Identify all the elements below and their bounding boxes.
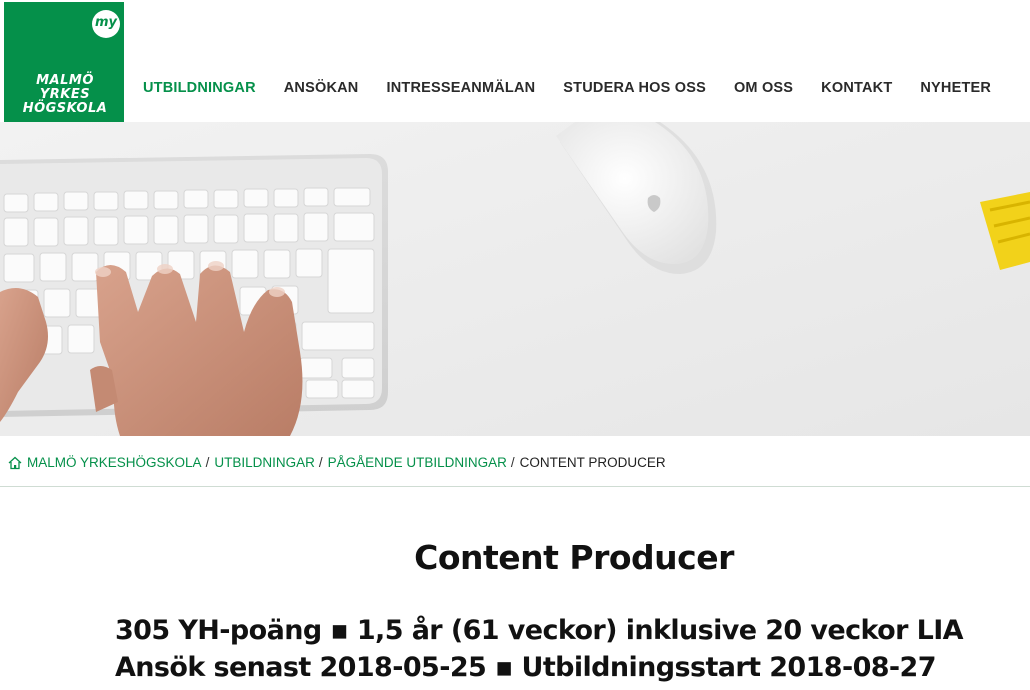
nav-item-kontakt[interactable]: KONTAKT [807,80,906,96]
logo-wordmark: MALMÖ YRKES HÖGSKOLA [8,74,122,116]
logo-badge: my [92,10,120,38]
nav-item-utbildningar[interactable]: UTBILDNINGAR [129,80,270,96]
logo-line-1: MALMÖ [36,73,94,88]
site-header: my MALMÖ YRKES HÖGSKOLA UTBILDNINGAR ANS… [0,0,1030,122]
breadcrumb-pagaende-utbildningar[interactable]: PÅGÅENDE UTBILDNINGAR [328,455,507,470]
breadcrumb-utbildningar[interactable]: UTBILDNINGAR [214,455,315,470]
site-logo[interactable]: my MALMÖ YRKES HÖGSKOLA [4,2,124,122]
course-facts-line-1: 305 YH-poäng ▪ 1,5 år (61 veckor) inklus… [115,615,964,646]
nav-item-studera-hos-oss[interactable]: STUDERA HOS OSS [549,80,720,96]
course-facts: 305 YH-poäng ▪ 1,5 år (61 veckor) inklus… [115,612,1025,686]
logo-line-2: YRKES [39,87,91,102]
nav-item-intresseanmalan[interactable]: INTRESSEANMÄLAN [372,80,549,96]
breadcrumb: MALMÖ YRKESHÖGSKOLA / UTBILDNINGAR / PÅG… [8,455,666,470]
breadcrumb-home[interactable]: MALMÖ YRKESHÖGSKOLA [27,455,202,470]
home-icon[interactable] [8,456,22,470]
main-nav: UTBILDNINGAR ANSÖKAN INTRESSEANMÄLAN STU… [129,80,1005,96]
breadcrumb-current: CONTENT PRODUCER [519,455,666,470]
course-facts-line-2: Ansök senast 2018-05-25 ▪ Utbildningssta… [115,652,937,683]
logo-line-3: HÖGSKOLA [22,101,108,116]
hero-photo [0,122,1030,436]
page-title: Content Producer [414,538,734,577]
breadcrumb-separator: / [510,455,515,470]
nav-item-om-oss[interactable]: OM OSS [720,80,807,96]
nav-item-ansokan[interactable]: ANSÖKAN [270,80,373,96]
hero-image [0,122,1030,436]
breadcrumb-divider [0,486,1030,487]
breadcrumb-separator: / [318,455,323,470]
nav-item-nyheter[interactable]: NYHETER [906,80,1005,96]
breadcrumb-separator: / [205,455,210,470]
